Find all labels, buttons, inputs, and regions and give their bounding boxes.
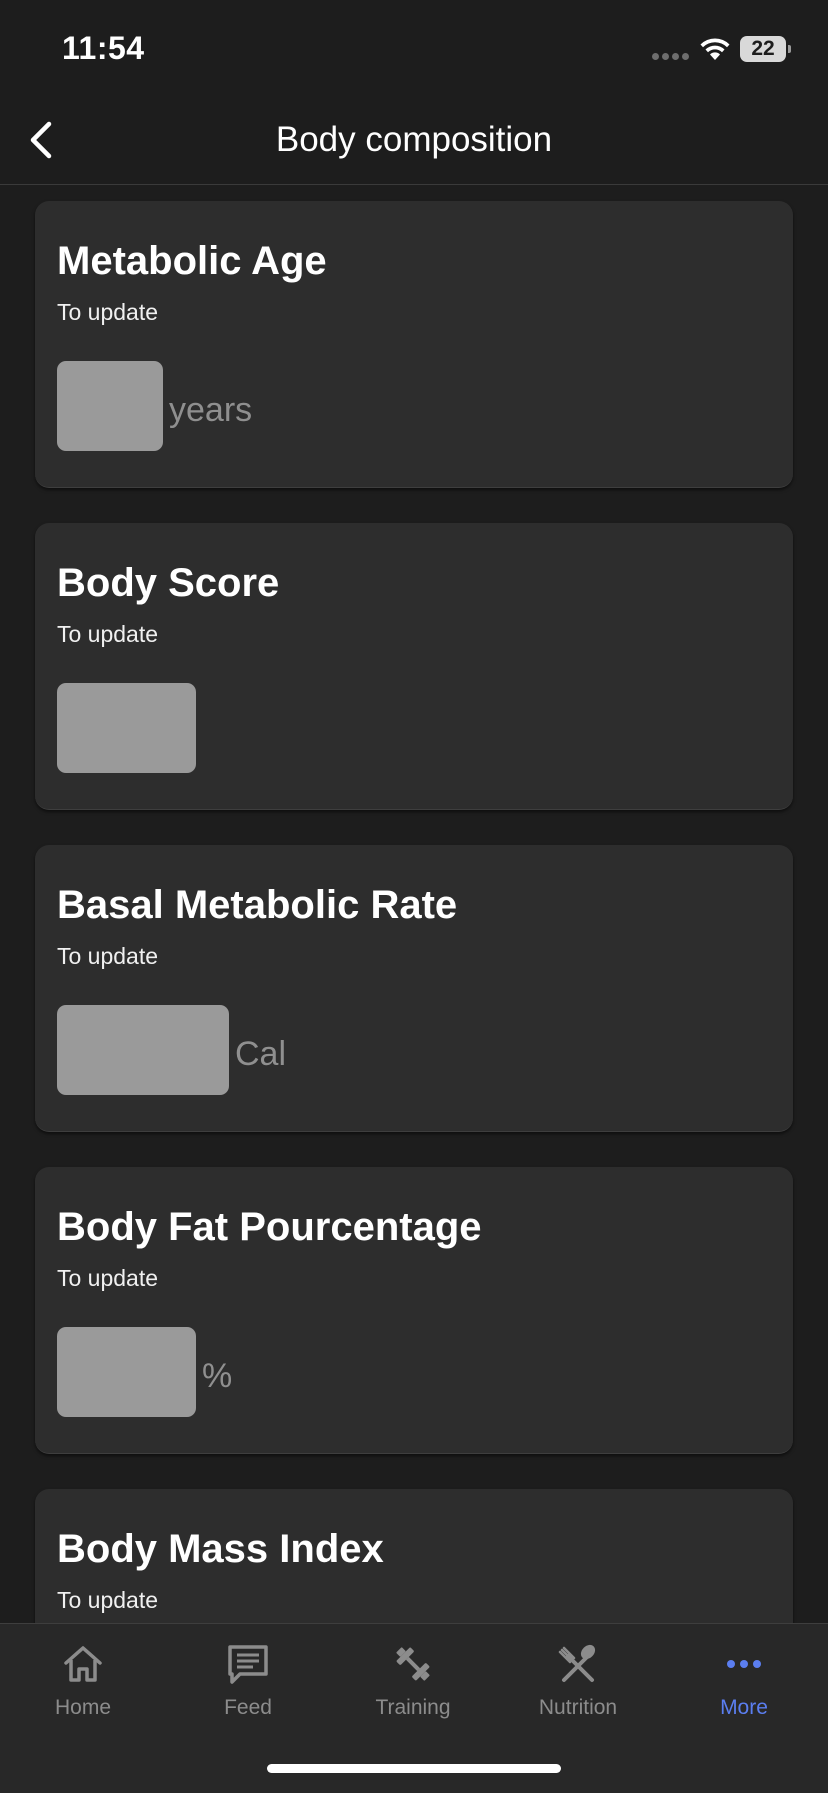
status-time: 11:54: [62, 30, 145, 66]
value-placeholder: [57, 361, 163, 451]
card-subtitle: To update: [57, 943, 159, 969]
home-indicator[interactable]: [267, 1764, 561, 1773]
tab-home[interactable]: Home: [13, 1642, 153, 1732]
tab-label: More: [720, 1696, 768, 1719]
value-placeholder: [57, 1327, 196, 1417]
more-dots-icon: [727, 1660, 761, 1668]
wifi-icon: [700, 38, 730, 60]
body-fat-percentage-card[interactable]: Body Fat Pourcentage To update %: [35, 1167, 793, 1454]
tab-training[interactable]: Training: [343, 1642, 483, 1732]
tab-more[interactable]: More: [674, 1642, 814, 1732]
battery-level: 22: [740, 36, 786, 62]
unit-label: years: [169, 391, 253, 429]
tab-feed[interactable]: Feed: [178, 1642, 318, 1732]
battery-icon: 22: [740, 36, 791, 62]
body-composition-list[interactable]: Metabolic Age To update years Body Score…: [0, 185, 828, 1623]
chat-icon: [228, 1645, 268, 1684]
card-subtitle: To update: [57, 1265, 159, 1291]
status-bar: 11:54 22: [0, 0, 828, 96]
value-placeholder: [57, 683, 196, 773]
card-title: Metabolic Age: [57, 239, 327, 283]
card-subtitle: To update: [57, 299, 159, 325]
tab-label: Home: [54, 1696, 112, 1719]
value-placeholder: [57, 1005, 229, 1095]
home-icon: [64, 1646, 102, 1682]
card-title: Basal Metabolic Rate: [57, 883, 458, 927]
basal-metabolic-rate-card[interactable]: Basal Metabolic Rate To update Cal: [35, 845, 793, 1132]
tab-label: Nutrition: [538, 1696, 618, 1719]
dumbbell-icon: [396, 1647, 430, 1681]
utensils-icon: [558, 1644, 596, 1682]
unit-label: Cal: [235, 1035, 287, 1073]
card-subtitle: To update: [57, 1587, 159, 1613]
card-title: Body Fat Pourcentage: [57, 1205, 482, 1249]
unit-label: %: [202, 1357, 233, 1395]
tab-nutrition[interactable]: Nutrition: [508, 1642, 648, 1732]
card-subtitle: To update: [57, 621, 159, 647]
card-title: Body Mass Index: [57, 1527, 384, 1571]
card-title: Body Score: [57, 561, 280, 605]
body-mass-index-card[interactable]: Body Mass Index To update: [35, 1489, 793, 1623]
tab-label: Feed: [224, 1696, 272, 1719]
page-title: Body composition: [275, 120, 553, 159]
cellular-signal-icon: [652, 53, 689, 60]
body-score-card[interactable]: Body Score To update: [35, 523, 793, 810]
navigation-bar: Body composition: [0, 96, 828, 185]
tab-label: Training: [375, 1696, 451, 1719]
metabolic-age-card[interactable]: Metabolic Age To update years: [35, 201, 793, 488]
